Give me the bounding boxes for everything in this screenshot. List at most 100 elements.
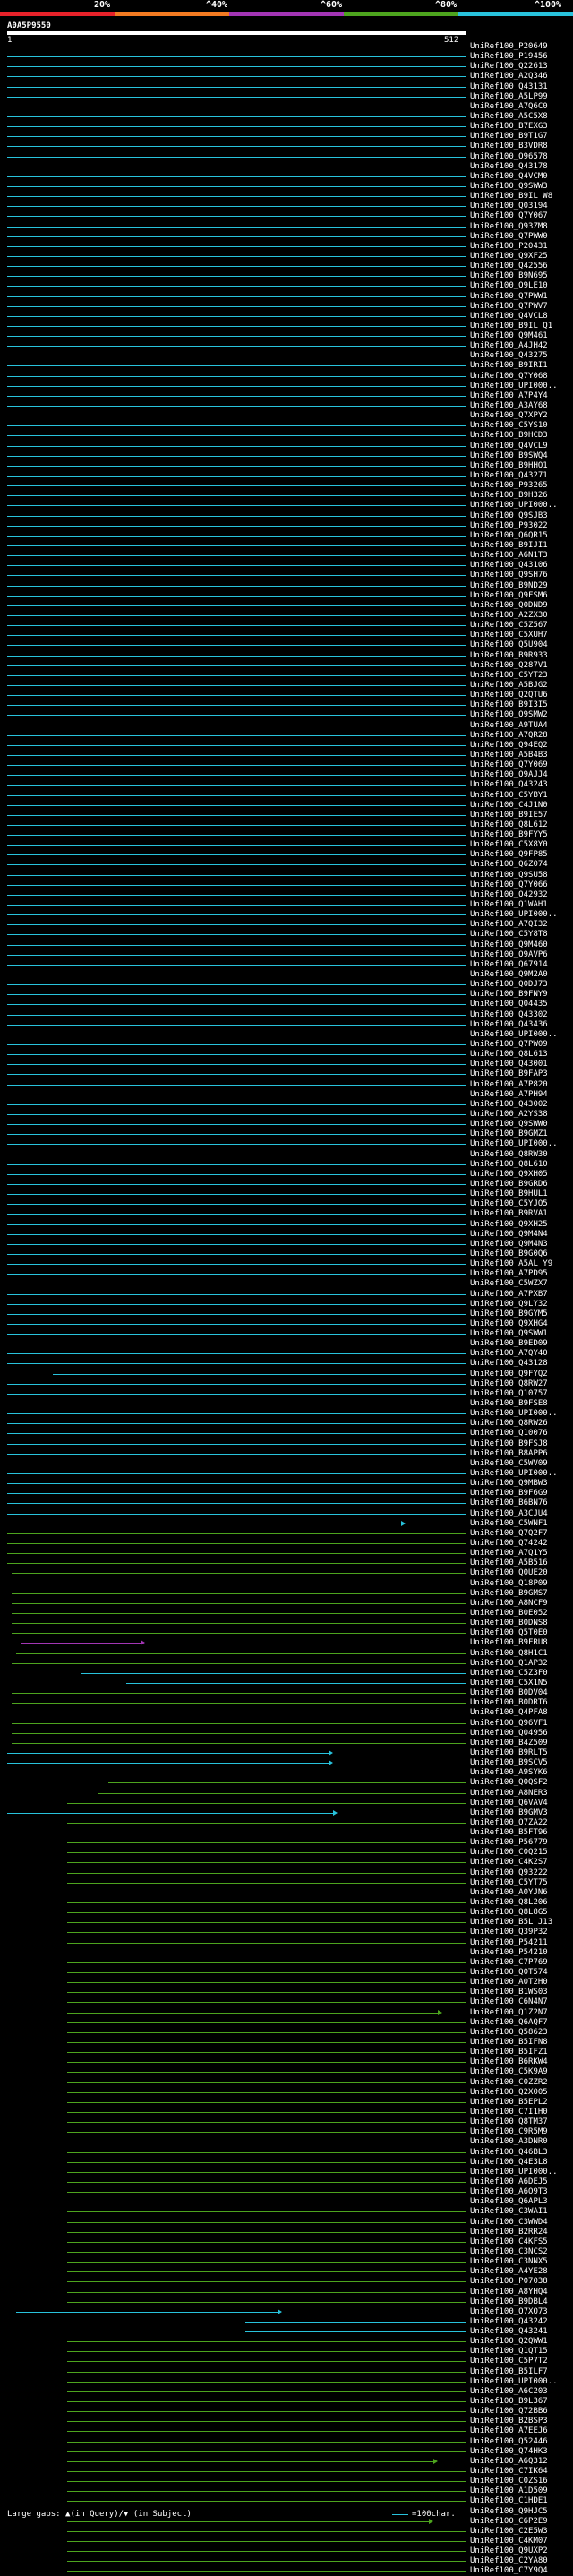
hit-label-link[interactable]: UniRef100_Q7PWW1	[470, 292, 548, 302]
hit-label-link[interactable]: UniRef100_Q7Y066	[470, 880, 548, 890]
hit-label-link[interactable]: UniRef100_Q8L613	[470, 1050, 548, 1060]
hit-label-link[interactable]: UniRef100_B9GMV3	[470, 1808, 548, 1818]
hit-label-link[interactable]: UniRef100_A3CJU4	[470, 1509, 548, 1519]
hit-label-link[interactable]: UniRef100_Q6VAV4	[470, 1799, 548, 1808]
hit-label-link[interactable]: UniRef100_Q9M2A0	[470, 970, 548, 980]
hit-label-link[interactable]: UniRef100_P20431	[470, 242, 548, 252]
hit-label-link[interactable]: UniRef100_B9ED09	[470, 1339, 548, 1349]
hit-label-link[interactable]: UniRef100_C5WNF1	[470, 1519, 548, 1529]
hit-label-link[interactable]: UniRef100_Q5U904	[470, 640, 548, 650]
hit-label-link[interactable]: UniRef100_Q43243	[470, 780, 548, 790]
hit-label-link[interactable]: UniRef100_B6BN76	[470, 1498, 548, 1508]
hit-label-link[interactable]: UniRef100_Q43275	[470, 351, 548, 361]
hit-label-link[interactable]: UniRef100_Q7Y069	[470, 760, 548, 770]
hit-label-link[interactable]: UniRef100_Q67914	[470, 960, 548, 970]
hit-label-link[interactable]: UniRef100_B9FSJ8	[470, 1439, 548, 1449]
hit-label-link[interactable]: UniRef100_Q46BL3	[470, 2148, 548, 2158]
hit-label-link[interactable]: UniRef100_B9HUL1	[470, 1189, 548, 1199]
hit-label-link[interactable]: UniRef100_Q9AJJ4	[470, 770, 548, 780]
hit-label-link[interactable]: UniRef100_A8NER3	[470, 1789, 548, 1799]
hit-label-link[interactable]: UniRef100_Q9XHG4	[470, 1319, 548, 1329]
hit-label-link[interactable]: UniRef100_B7EXG3	[470, 122, 548, 132]
hit-label-link[interactable]: UniRef100_Q2QTU6	[470, 691, 548, 700]
hit-label-link[interactable]: UniRef100_Q6Z074	[470, 860, 548, 870]
hit-label-link[interactable]: UniRef100_A7PD95	[470, 1269, 548, 1279]
hit-label-link[interactable]: UniRef100_B9N695	[470, 271, 548, 281]
hit-label-link[interactable]: UniRef100_B9I3I5	[470, 700, 548, 710]
hit-label-link[interactable]: UniRef100_A6Q9T3	[470, 2187, 548, 2197]
hit-label-link[interactable]: UniRef100_A5B4B3	[470, 751, 548, 760]
hit-label-link[interactable]: UniRef100_C5XUH7	[470, 631, 548, 640]
hit-label-link[interactable]: UniRef100_P54210	[470, 1948, 548, 1958]
hit-label-link[interactable]: UniRef100_A6N1T3	[470, 551, 548, 561]
hit-label-link[interactable]: UniRef100_Q96578	[470, 152, 548, 162]
hit-label-link[interactable]: UniRef100_Q8L206	[470, 1898, 548, 1908]
hit-label-link[interactable]: UniRef100_B0DRT6	[470, 1698, 548, 1708]
hit-label-link[interactable]: UniRef100_A5LP99	[470, 92, 548, 102]
hit-label-link[interactable]: UniRef100_UPI000..	[470, 2377, 558, 2387]
hit-label-link[interactable]: UniRef100_UPI000..	[470, 1409, 558, 1419]
hit-label-link[interactable]: UniRef100_UPI000..	[470, 501, 558, 511]
hit-label-link[interactable]: UniRef100_C4KFS5	[470, 2237, 548, 2247]
hit-label-link[interactable]: UniRef100_Q43178	[470, 162, 548, 172]
hit-label-link[interactable]: UniRef100_A7QI32	[470, 920, 548, 930]
hit-label-link[interactable]: UniRef100_Q9SU58	[470, 871, 548, 880]
hit-label-link[interactable]: UniRef100_Q0DND9	[470, 601, 548, 611]
hit-label-link[interactable]: UniRef100_Q9M4N3	[470, 1240, 548, 1249]
hit-label-link[interactable]: UniRef100_A2YS38	[470, 1110, 548, 1120]
hit-label-link[interactable]: UniRef100_C7P769	[470, 1958, 548, 1968]
hit-label-link[interactable]: UniRef100_A8NCF9	[470, 1599, 548, 1609]
hit-label-link[interactable]: UniRef100_Q9M460	[470, 940, 548, 950]
hit-label-link[interactable]: UniRef100_A3DNR0	[470, 2137, 548, 2147]
hit-label-link[interactable]: UniRef100_A5B516	[470, 1558, 548, 1568]
hit-label-link[interactable]: UniRef100_Q9LY32	[470, 1300, 548, 1309]
hit-label-link[interactable]: UniRef100_C3WWD4	[470, 2218, 548, 2228]
hit-label-link[interactable]: UniRef100_C6N4N7	[470, 1997, 548, 2007]
hit-label-link[interactable]: UniRef100_C5Y8T8	[470, 930, 548, 940]
hit-label-link[interactable]: UniRef100_C2YA80	[470, 2556, 548, 2566]
hit-label-link[interactable]: UniRef100_B9RLT5	[470, 1748, 548, 1758]
hit-label-link[interactable]: UniRef100_B5L J13	[470, 1918, 552, 1928]
hit-label-link[interactable]: UniRef100_A7Q1Y5	[470, 1549, 548, 1558]
hit-label-link[interactable]: UniRef100_B9RVA1	[470, 1209, 548, 1219]
hit-label-link[interactable]: UniRef100_Q9XH25	[470, 1220, 548, 1230]
hit-label-link[interactable]: UniRef100_Q4VCL9	[470, 442, 548, 451]
hit-label-link[interactable]: UniRef100_C0Q215	[470, 1848, 548, 1858]
hit-label-link[interactable]: UniRef100_UPI000..	[470, 382, 558, 391]
hit-label-link[interactable]: UniRef100_P07038	[470, 2277, 548, 2287]
hit-label-link[interactable]: UniRef100_Q43436	[470, 1020, 548, 1030]
hit-label-link[interactable]: UniRef100_C5WV09	[470, 1459, 548, 1469]
hit-label-link[interactable]: UniRef100_B9IJI1	[470, 541, 548, 551]
hit-label-link[interactable]: UniRef100_Q43002	[470, 1100, 548, 1110]
hit-label-link[interactable]: UniRef100_Q43106	[470, 561, 548, 571]
hit-label-link[interactable]: UniRef100_Q43271	[470, 471, 548, 481]
hit-label-link[interactable]: UniRef100_Q10076	[470, 1429, 548, 1438]
hit-label-link[interactable]: UniRef100_B5FT96	[470, 1828, 548, 1838]
hit-label-link[interactable]: UniRef100_Q9XH05	[470, 1170, 548, 1180]
hit-label-link[interactable]: UniRef100_B9ND29	[470, 581, 548, 591]
hit-label-link[interactable]: UniRef100_A6DEJ5	[470, 2177, 548, 2187]
hit-label-link[interactable]: UniRef100_Q43241	[470, 2327, 548, 2337]
hit-label-link[interactable]: UniRef100_A7P820	[470, 1080, 548, 1090]
hit-label-link[interactable]: UniRef100_Q287V1	[470, 661, 548, 671]
hit-label-link[interactable]: UniRef100_Q1Z2N7	[470, 2008, 548, 2018]
hit-label-link[interactable]: UniRef100_P19456	[470, 52, 548, 62]
hit-label-link[interactable]: UniRef100_UPI000..	[470, 1139, 558, 1149]
hit-label-link[interactable]: UniRef100_Q8TM37	[470, 2117, 548, 2127]
hit-label-link[interactable]: UniRef100_P56779	[470, 1838, 548, 1848]
hit-label-link[interactable]: UniRef100_C5X1N5	[470, 1679, 548, 1688]
hit-label-link[interactable]: UniRef100_B5IFZ1	[470, 2048, 548, 2057]
hit-label-link[interactable]: UniRef100_Q9M461	[470, 331, 548, 341]
hit-label-link[interactable]: UniRef100_Q9LE10	[470, 281, 548, 291]
hit-label-link[interactable]: UniRef100_Q96VF1	[470, 1719, 548, 1729]
hit-label-link[interactable]: UniRef100_C7I1H0	[470, 2108, 548, 2117]
hit-label-link[interactable]: UniRef100_Q0DJ73	[470, 980, 548, 990]
hit-label-link[interactable]: UniRef100_B2BSP3	[470, 2417, 548, 2426]
hit-label-link[interactable]: UniRef100_Q42932	[470, 890, 548, 900]
hit-label-link[interactable]: UniRef100_C3NCS2	[470, 2247, 548, 2257]
hit-label-link[interactable]: UniRef100_C3WAI1	[470, 2207, 548, 2217]
hit-label-link[interactable]: UniRef100_C5YS10	[470, 421, 548, 431]
hit-label-link[interactable]: UniRef100_Q2QWW1	[470, 2337, 548, 2347]
hit-label-link[interactable]: UniRef100_B0E052	[470, 1609, 548, 1619]
hit-label-link[interactable]: UniRef100_A9TUA4	[470, 721, 548, 731]
